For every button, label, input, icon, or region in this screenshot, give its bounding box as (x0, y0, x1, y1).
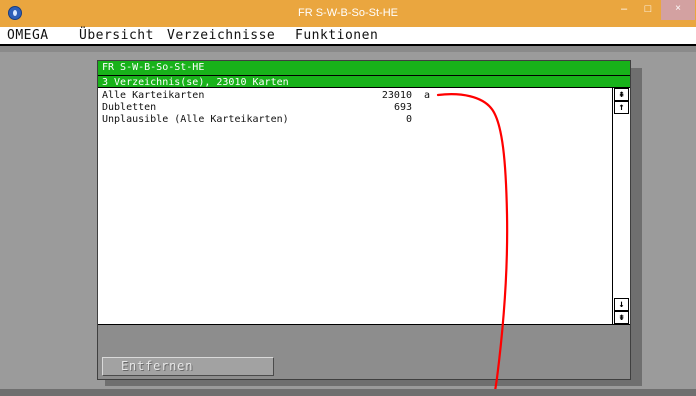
list-item-value: 0 (405, 114, 412, 125)
down-arrow-icon[interactable]: ↓ (614, 298, 629, 311)
list-item-value: 23010 (381, 90, 412, 101)
maximize-icon[interactable]: □ (636, 0, 660, 20)
double-up-arrow-icon[interactable]: ⇞ (614, 88, 629, 101)
dialog-title: FR S-W-B-So-St-HE (98, 61, 630, 75)
collection-dialog: FR S-W-B-So-St-HE 3 Verzeichnis(se), 230… (97, 60, 631, 380)
menu-funktionen[interactable]: Funktionen (295, 27, 378, 44)
menu-uebersicht[interactable]: Übersicht (79, 27, 154, 44)
workspace-band (0, 46, 696, 52)
menu-verzeichnisse[interactable]: Verzeichnisse (167, 27, 275, 44)
card-summary-list[interactable]: Alle Karteikarten 23010 a Dubletten 693 … (98, 88, 630, 325)
list-item-label: Unplausible (Alle Karteikarten) (102, 114, 289, 125)
list-item[interactable]: Alle Karteikarten 23010 a (102, 90, 602, 102)
title-bar: FR S-W-B-So-St-HE – □ × (0, 0, 696, 27)
list-item-label: Alle Karteikarten (102, 90, 205, 101)
double-down-arrow-icon[interactable]: ⇟ (614, 311, 629, 324)
up-arrow-icon[interactable]: ↑ (614, 101, 629, 114)
minimize-icon[interactable]: – (612, 0, 636, 20)
menu-omega[interactable]: OMEGA (7, 27, 49, 44)
list-item-flag: a (424, 90, 431, 101)
dialog-button-row: Entfernen (98, 325, 630, 379)
remove-button[interactable]: Entfernen (102, 357, 274, 376)
list-item[interactable]: Dubletten 693 (102, 102, 602, 114)
application-window: FR S-W-B-So-St-HE – □ × OMEGA Übersicht … (0, 0, 696, 396)
close-icon[interactable]: × (661, 0, 695, 20)
dialog-subtitle: 3 Verzeichnis(se), 23010 Karten (98, 75, 630, 88)
window-title: FR S-W-B-So-St-HE (297, 7, 399, 19)
menu-bar: OMEGA Übersicht Verzeichnisse Funktionen (0, 27, 696, 46)
list-item-label: Dubletten (102, 102, 157, 113)
list-item-value: 693 (393, 102, 412, 113)
bottom-strip (0, 389, 696, 396)
list-item[interactable]: Unplausible (Alle Karteikarten) 0 (102, 114, 602, 126)
vertical-scrollbar[interactable]: ⇞ ↑ ↓ ⇟ (612, 88, 630, 324)
